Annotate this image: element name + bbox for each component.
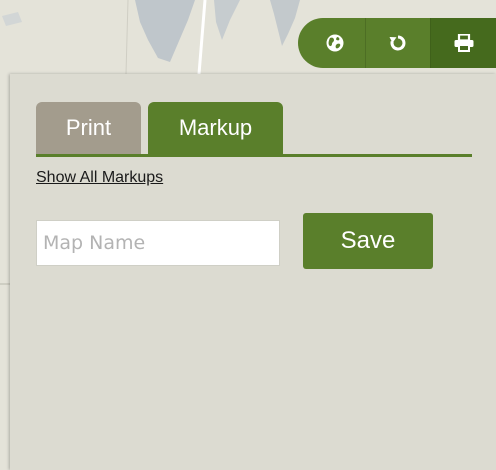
printer-icon [454, 34, 474, 52]
save-button[interactable]: Save [303, 213, 433, 269]
map-toolbar [298, 18, 496, 68]
refresh-button[interactable] [365, 18, 429, 68]
map-water [135, 0, 195, 62]
map-name-input[interactable] [36, 220, 280, 266]
map-water [214, 0, 240, 40]
tab-markup[interactable]: Markup [148, 102, 283, 154]
tab-print[interactable]: Print [36, 102, 141, 154]
map-grid-line [125, 0, 129, 75]
tab-print-label: Print [65, 115, 112, 140]
globe-icon [326, 34, 344, 52]
refresh-icon [389, 35, 406, 51]
tab-markup-label: Markup [178, 115, 253, 140]
markup-panel: Print Markup Show All Markups Save [10, 74, 496, 470]
map-water [270, 0, 300, 46]
show-all-markups-link[interactable]: Show All Markups [36, 169, 163, 187]
map-road-line [197, 0, 207, 75]
globe-button[interactable] [298, 18, 365, 68]
print-button[interactable] [429, 18, 496, 68]
map-water [2, 12, 22, 26]
tab-bar: Print Markup [36, 102, 472, 157]
